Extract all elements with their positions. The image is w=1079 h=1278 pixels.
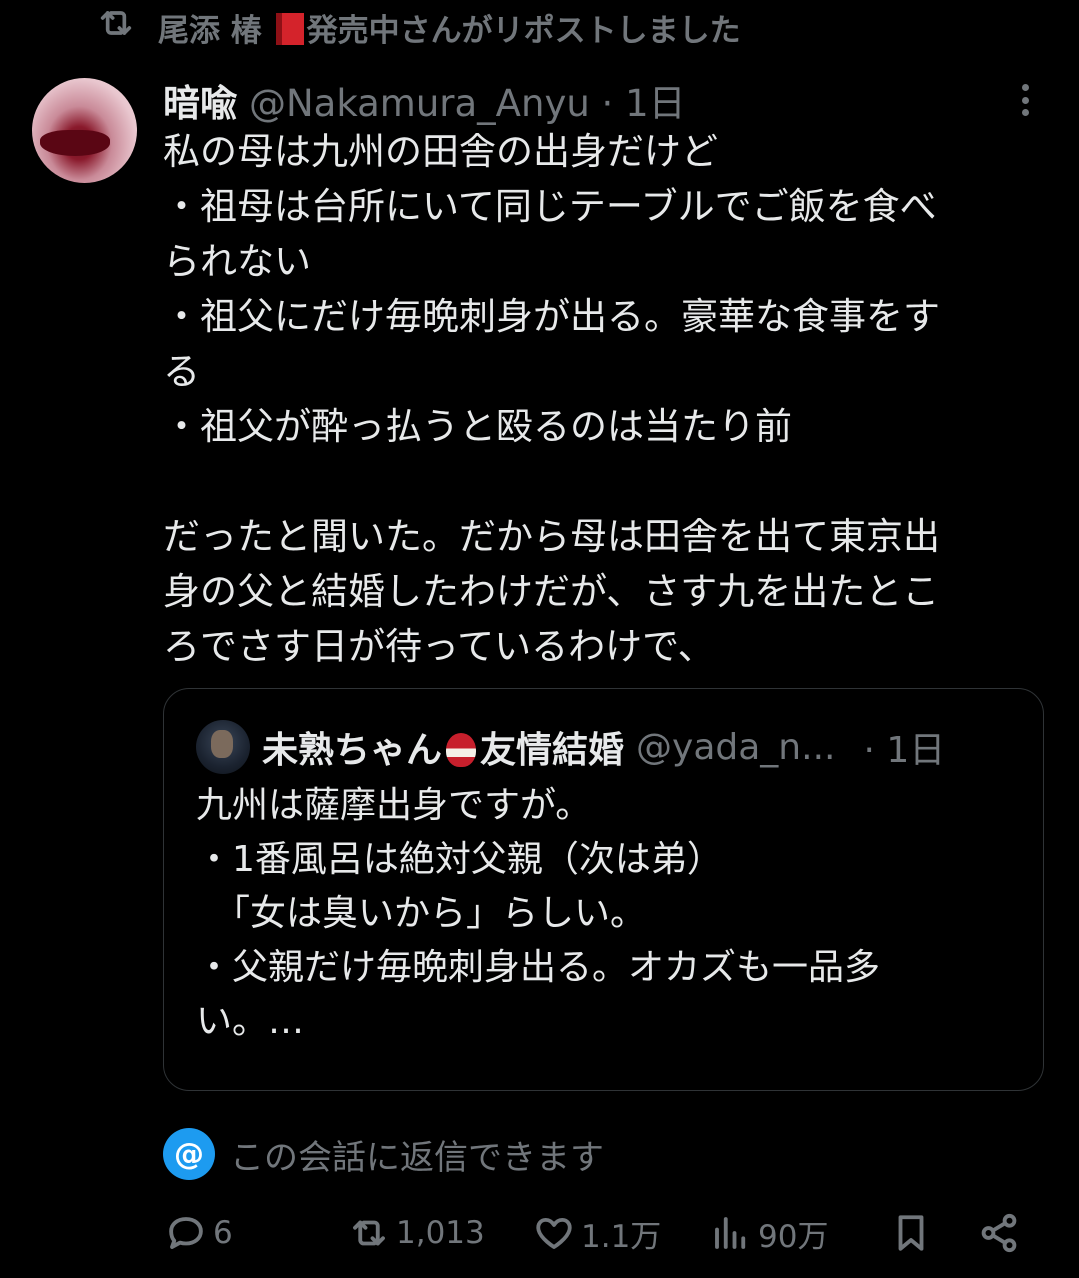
repost-label: 尾添 椿 発売中さんがリポストしました — [158, 12, 741, 49]
repost-indicator[interactable]: 尾添 椿 発売中さんがリポストしました — [96, 2, 741, 52]
repost-button[interactable]: 1,013 — [348, 1205, 485, 1261]
action-bar: 6 1,013 1.1万 90万 — [0, 1205, 1079, 1261]
reply-permission-note: @ この会話に返信できます — [163, 1128, 604, 1180]
post-text: 私の母は九州の田舎の出身だけど ・祖母は台所にいて同じテーブルでご飯を食べ られ… — [163, 130, 940, 668]
author-handle-and-time[interactable]: @Nakamura_Anyu · 1日 — [249, 73, 686, 127]
repost-icon — [96, 3, 136, 51]
avatar[interactable] — [32, 78, 137, 183]
reply-icon — [169, 1217, 203, 1249]
views-button[interactable]: 90万 — [710, 1205, 828, 1261]
quote-avatar — [196, 720, 250, 774]
more-options-icon[interactable] — [1010, 80, 1040, 120]
views-chart-icon — [715, 1217, 746, 1249]
quote-author-handle: @yada_n... — [636, 726, 836, 768]
reply-permission-text: この会話に返信できます — [230, 1137, 604, 1178]
post-header: 暗喩 @Nakamura_Anyu · 1日 — [163, 74, 686, 126]
share-button[interactable] — [978, 1205, 1020, 1261]
quoted-post[interactable]: 未熟ちゃん 友情結婚 @yada_n... · 1日 九州は薩摩出身ですが。 ・1… — [163, 688, 1044, 1091]
heart-icon — [536, 1217, 572, 1249]
bookmark-icon — [898, 1215, 924, 1251]
quote-header: 未熟ちゃん 友情結婚 @yada_n... · 1日 — [196, 719, 1016, 775]
daruma-doll-emoji — [446, 733, 477, 767]
repost-count: 1,013 — [396, 1215, 485, 1251]
reply-count: 6 — [213, 1215, 233, 1251]
red-book-emoji — [275, 12, 304, 45]
quote-author-name: 未熟ちゃん 友情結婚 — [262, 730, 625, 771]
views-count: 90万 — [758, 1218, 829, 1255]
quote-text: 九州は薩摩出身ですが。 ・1番風呂は絶対父親（次は弟） 「女は臭いから」らしい。… — [196, 785, 881, 1042]
like-button[interactable]: 1.1万 — [533, 1205, 661, 1261]
author-name[interactable]: 暗喩 — [163, 73, 237, 127]
reply-button[interactable]: 6 — [165, 1205, 233, 1261]
repost-icon — [353, 1220, 385, 1246]
quote-time: · 1日 — [863, 730, 946, 771]
at-mention-icon: @ — [163, 1128, 215, 1180]
like-count: 1.1万 — [581, 1218, 662, 1255]
share-icon — [981, 1213, 1017, 1253]
bookmark-button[interactable] — [890, 1205, 932, 1261]
